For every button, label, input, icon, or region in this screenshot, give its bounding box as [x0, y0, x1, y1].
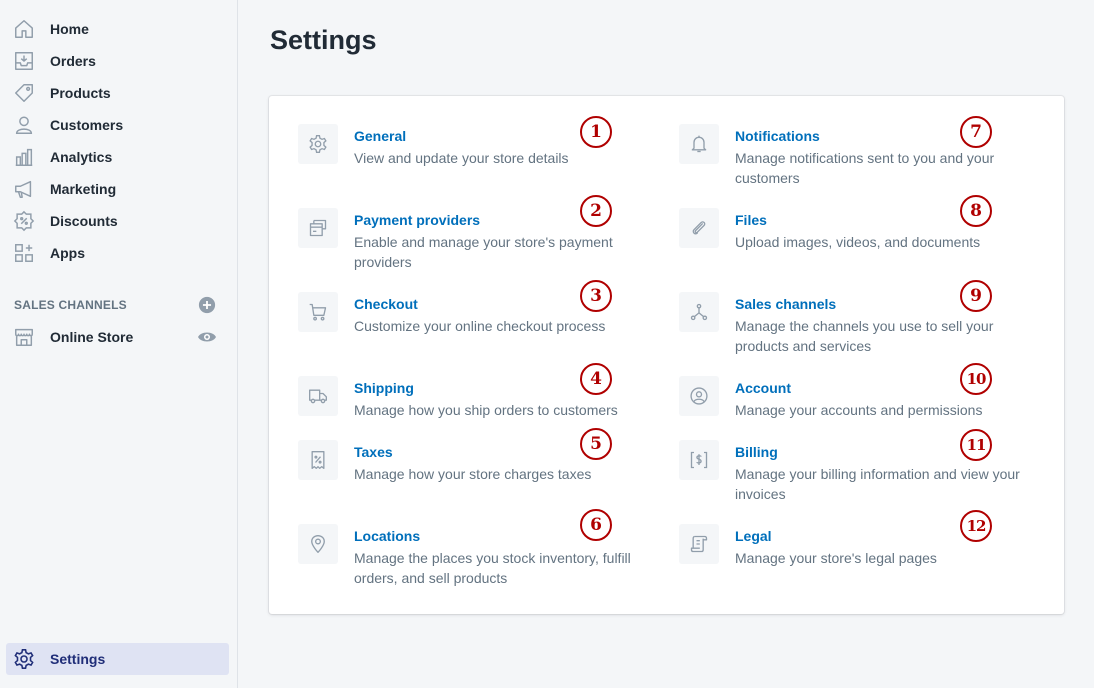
- annotation-badge-1: 1: [580, 116, 612, 148]
- settings-card: General View and update your store detai…: [269, 96, 1064, 614]
- sidebar-item-label: Online Store: [50, 329, 134, 345]
- paperclip-icon: [679, 208, 719, 248]
- annotation-badge-3: 3: [580, 280, 612, 312]
- sidebar: Home Orders Products Customers Analytics…: [0, 0, 238, 688]
- annotation-badge-9: 9: [960, 280, 992, 312]
- bell-icon: [679, 124, 719, 164]
- setting-description: Manage your store's legal pages: [735, 550, 937, 566]
- location-pin-icon: [298, 524, 338, 564]
- setting-title[interactable]: General: [354, 128, 406, 144]
- sidebar-item-label: Home: [50, 21, 89, 37]
- setting-description: Manage your accounts and permissions: [735, 402, 983, 418]
- sidebar-item-label: Apps: [50, 245, 85, 261]
- setting-description: Customize your online checkout process: [354, 318, 606, 334]
- sidebar-item-orders[interactable]: Orders: [0, 45, 238, 77]
- setting-title[interactable]: Locations: [354, 528, 420, 544]
- setting-title[interactable]: Files: [735, 212, 767, 228]
- annotation-badge-12: 12: [960, 510, 992, 542]
- sidebar-item-label: Discounts: [50, 213, 118, 229]
- sidebar-item-products[interactable]: Products: [0, 77, 238, 109]
- account-icon: [679, 376, 719, 416]
- setting-title[interactable]: Legal: [735, 528, 772, 544]
- tag-icon: [12, 81, 36, 105]
- sidebar-item-label: Marketing: [50, 181, 117, 197]
- sidebar-item-apps[interactable]: Apps: [0, 237, 238, 269]
- person-icon: [12, 113, 36, 137]
- apps-icon: [12, 241, 36, 265]
- setting-description: Upload images, videos, and documents: [735, 234, 981, 250]
- setting-title[interactable]: Billing: [735, 444, 778, 460]
- channels-icon: [679, 292, 719, 332]
- sidebar-item-label: Orders: [50, 53, 96, 69]
- setting-description: Manage your billing information and view…: [735, 466, 1020, 502]
- annotation-badge-7: 7: [960, 116, 992, 148]
- setting-description: Manage how your store charges taxes: [354, 466, 592, 482]
- annotation-badge-6: 6: [580, 509, 612, 541]
- megaphone-icon: [12, 177, 36, 201]
- setting-description: Manage the channels you use to sell your…: [735, 318, 994, 354]
- payment-icon: [298, 208, 338, 248]
- store-icon: [12, 325, 36, 349]
- gear-icon: [12, 647, 36, 671]
- add-sales-channel-icon[interactable]: [198, 296, 216, 314]
- sidebar-item-home[interactable]: Home: [0, 13, 238, 45]
- tax-receipt-icon: [298, 440, 338, 480]
- setting-description: Manage how you ship orders to customers: [354, 402, 618, 418]
- annotation-badge-5: 5: [580, 428, 612, 460]
- view-online-store-eye-icon[interactable]: [197, 329, 217, 345]
- page-title: Settings: [270, 25, 377, 55]
- annotation-badge-11: 11: [960, 429, 992, 461]
- billing-icon: [679, 440, 719, 480]
- setting-title[interactable]: Account: [735, 380, 791, 396]
- bar-chart-icon: [12, 145, 36, 169]
- annotation-badge-4: 4: [580, 363, 612, 395]
- home-icon: [12, 17, 36, 41]
- orders-icon: [12, 49, 36, 73]
- sidebar-item-label: Settings: [50, 651, 106, 667]
- truck-icon: [298, 376, 338, 416]
- discount-icon: [12, 209, 36, 233]
- sidebar-item-settings[interactable]: Settings: [6, 643, 229, 675]
- setting-description: View and update your store details: [354, 150, 569, 166]
- legal-scroll-icon: [679, 524, 719, 564]
- annotation-badge-10: 10: [960, 363, 992, 395]
- sales-channels-heading: SALES CHANNELS: [14, 298, 127, 312]
- sidebar-item-label: Products: [50, 85, 111, 101]
- cart-icon: [298, 292, 338, 332]
- setting-title[interactable]: Checkout: [354, 296, 418, 312]
- setting-title[interactable]: Notifications: [735, 128, 820, 144]
- sidebar-item-label: Customers: [50, 117, 124, 133]
- setting-title[interactable]: Payment providers: [354, 212, 480, 228]
- setting-title[interactable]: Shipping: [354, 380, 414, 396]
- setting-description: Manage notifications sent to you and you…: [735, 150, 995, 186]
- gear-icon: [298, 124, 338, 164]
- sidebar-item-discounts[interactable]: Discounts: [0, 205, 238, 237]
- annotation-badge-2: 2: [580, 195, 612, 227]
- sidebar-item-analytics[interactable]: Analytics: [0, 141, 238, 173]
- sidebar-item-marketing[interactable]: Marketing: [0, 173, 238, 205]
- setting-title[interactable]: Sales channels: [735, 296, 836, 312]
- annotation-badge-8: 8: [960, 195, 992, 227]
- sidebar-item-label: Analytics: [50, 149, 113, 165]
- setting-title[interactable]: Taxes: [354, 444, 393, 460]
- sidebar-item-customers[interactable]: Customers: [0, 109, 238, 141]
- setting-description: Enable and manage your store's payment p…: [354, 234, 613, 270]
- setting-description: Manage the places you stock inventory, f…: [354, 550, 631, 586]
